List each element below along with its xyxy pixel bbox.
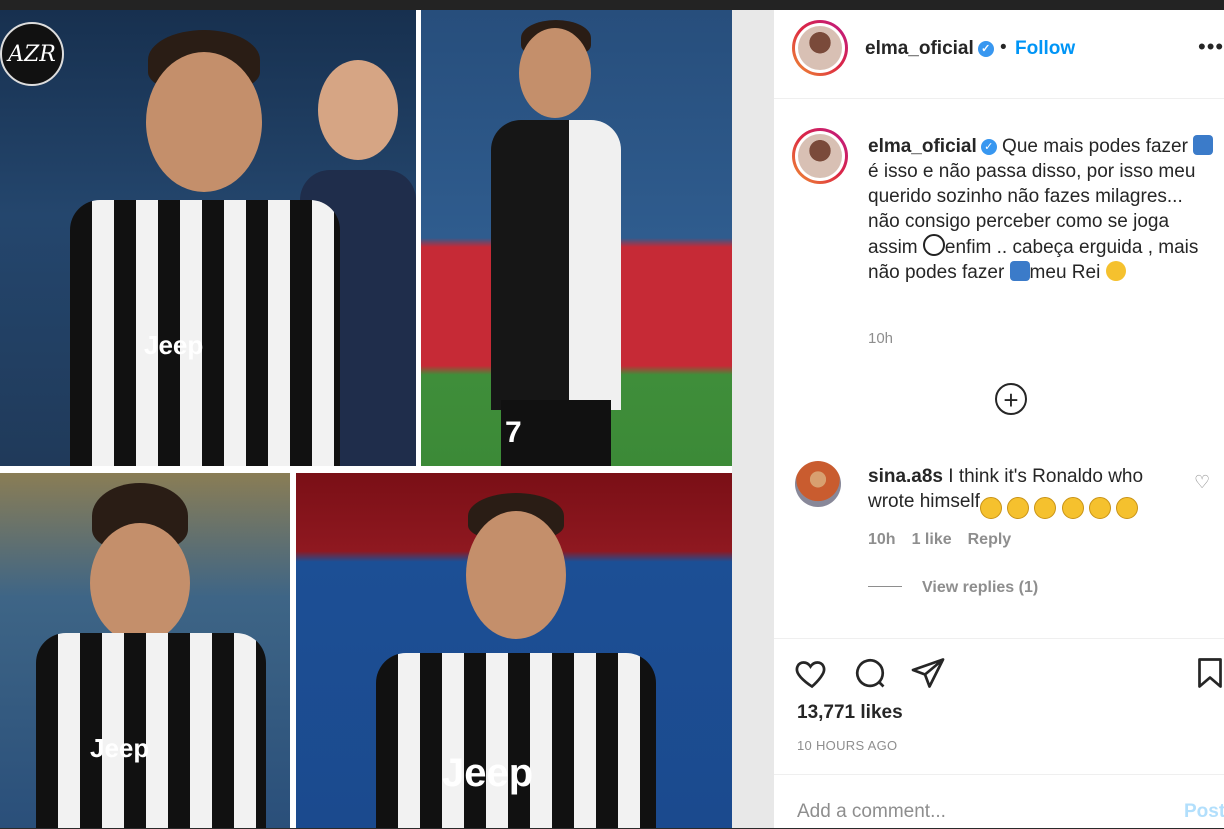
facepalm-emoji-icon xyxy=(1009,261,1030,281)
comment-avatar[interactable] xyxy=(795,461,841,507)
share-icon[interactable] xyxy=(910,655,946,691)
scream-emoji-icon xyxy=(1105,261,1126,281)
jersey-sponsor-text: Jeep xyxy=(90,733,150,763)
likes-count[interactable]: 13,771 likes xyxy=(797,702,903,724)
post-media[interactable]: Jeep AZR 7 Jeep Jeep xyxy=(0,10,732,828)
window-top-bar xyxy=(0,0,1224,10)
comment-meta: 10h 1 like Reply xyxy=(868,531,1027,549)
add-comment-bar: Add a comment... Post xyxy=(774,774,1224,829)
caption-text-4: meu Rei xyxy=(1029,262,1106,283)
player-figure: Jeep xyxy=(366,493,666,828)
caption-time: 10h xyxy=(868,330,894,347)
photo-1: Jeep AZR xyxy=(0,10,416,466)
comment-emojis: 😂 😂 😂 😂 😂 🤣 xyxy=(979,491,1139,519)
comment-likes[interactable]: 1 like xyxy=(912,531,952,548)
laughing-emoji-icon: 😂 xyxy=(1061,497,1084,519)
comment-item: sina.a8s I think it's Ronaldo who wrote … xyxy=(868,464,1178,519)
more-options-icon[interactable]: ••• xyxy=(1198,34,1224,60)
jersey-sponsor-text: Jeep xyxy=(144,330,204,360)
post-details-panel: elma_oficial ✓ • Follow ••• elma_oficial ✓… xyxy=(774,10,1224,828)
post-comment-button[interactable]: Post xyxy=(1184,801,1224,823)
header-username[interactable]: elma_oficial xyxy=(865,38,974,59)
post-header: elma_oficial ✓ • Follow ••• xyxy=(774,10,1224,99)
verified-icon: ✓ xyxy=(977,41,994,57)
laughing-emoji-icon: 😂 xyxy=(1089,497,1112,519)
player-figure: Jeep xyxy=(60,30,350,466)
jersey-number: 7 xyxy=(505,416,522,449)
post-timestamp: 10 HOURS AGO xyxy=(797,738,898,753)
rolling-laughing-emoji-icon: 🤣 xyxy=(1116,497,1139,519)
caption-text-1: Que mais podes fazer xyxy=(996,136,1194,157)
facepalm-emoji-icon xyxy=(1193,135,1214,155)
player-figure: 7 xyxy=(481,20,661,466)
soccer-ball-emoji-icon xyxy=(922,234,945,256)
jersey-sponsor-text: Jeep xyxy=(442,751,534,795)
divider-line xyxy=(868,586,902,587)
comment-like-heart-icon[interactable]: ♡ xyxy=(1194,472,1210,493)
header-username-link[interactable]: elma_oficial ✓ xyxy=(865,38,994,60)
reply-button[interactable]: Reply xyxy=(968,531,1012,548)
comment-time: 10h xyxy=(868,531,896,548)
scroll-gutter xyxy=(732,10,774,828)
post-caption: elma_oficial ✓ Que mais podes fazer é iss… xyxy=(868,134,1218,285)
watermark-logo: AZR xyxy=(0,22,64,86)
comment-username[interactable]: sina.a8s xyxy=(868,466,943,487)
bookmark-icon[interactable] xyxy=(1192,655,1224,691)
heart-icon[interactable] xyxy=(794,655,830,691)
follow-button[interactable]: Follow xyxy=(1015,38,1075,60)
add-comment-input[interactable]: Add a comment... xyxy=(797,801,946,823)
photo-3: Jeep xyxy=(0,473,290,828)
avatar[interactable] xyxy=(792,20,848,76)
separator-dot: • xyxy=(1000,37,1007,58)
photo-4: Jeep xyxy=(296,473,732,828)
load-more-comments-icon[interactable]: + xyxy=(995,383,1027,415)
view-replies-button[interactable]: View replies (1) xyxy=(868,579,1038,597)
comment-icon[interactable] xyxy=(852,655,888,691)
caption-avatar[interactable] xyxy=(792,128,848,184)
caption-username[interactable]: elma_oficial xyxy=(868,136,977,157)
player-figure: Jeep xyxy=(20,483,270,828)
verified-icon: ✓ xyxy=(980,139,997,155)
laughing-emoji-icon: 😂 xyxy=(979,497,1002,519)
laughing-emoji-icon: 😂 xyxy=(1034,497,1057,519)
view-replies-label[interactable]: View replies (1) xyxy=(922,579,1038,596)
photo-2: 7 xyxy=(421,10,732,466)
laughing-emoji-icon: 😂 xyxy=(1007,497,1030,519)
